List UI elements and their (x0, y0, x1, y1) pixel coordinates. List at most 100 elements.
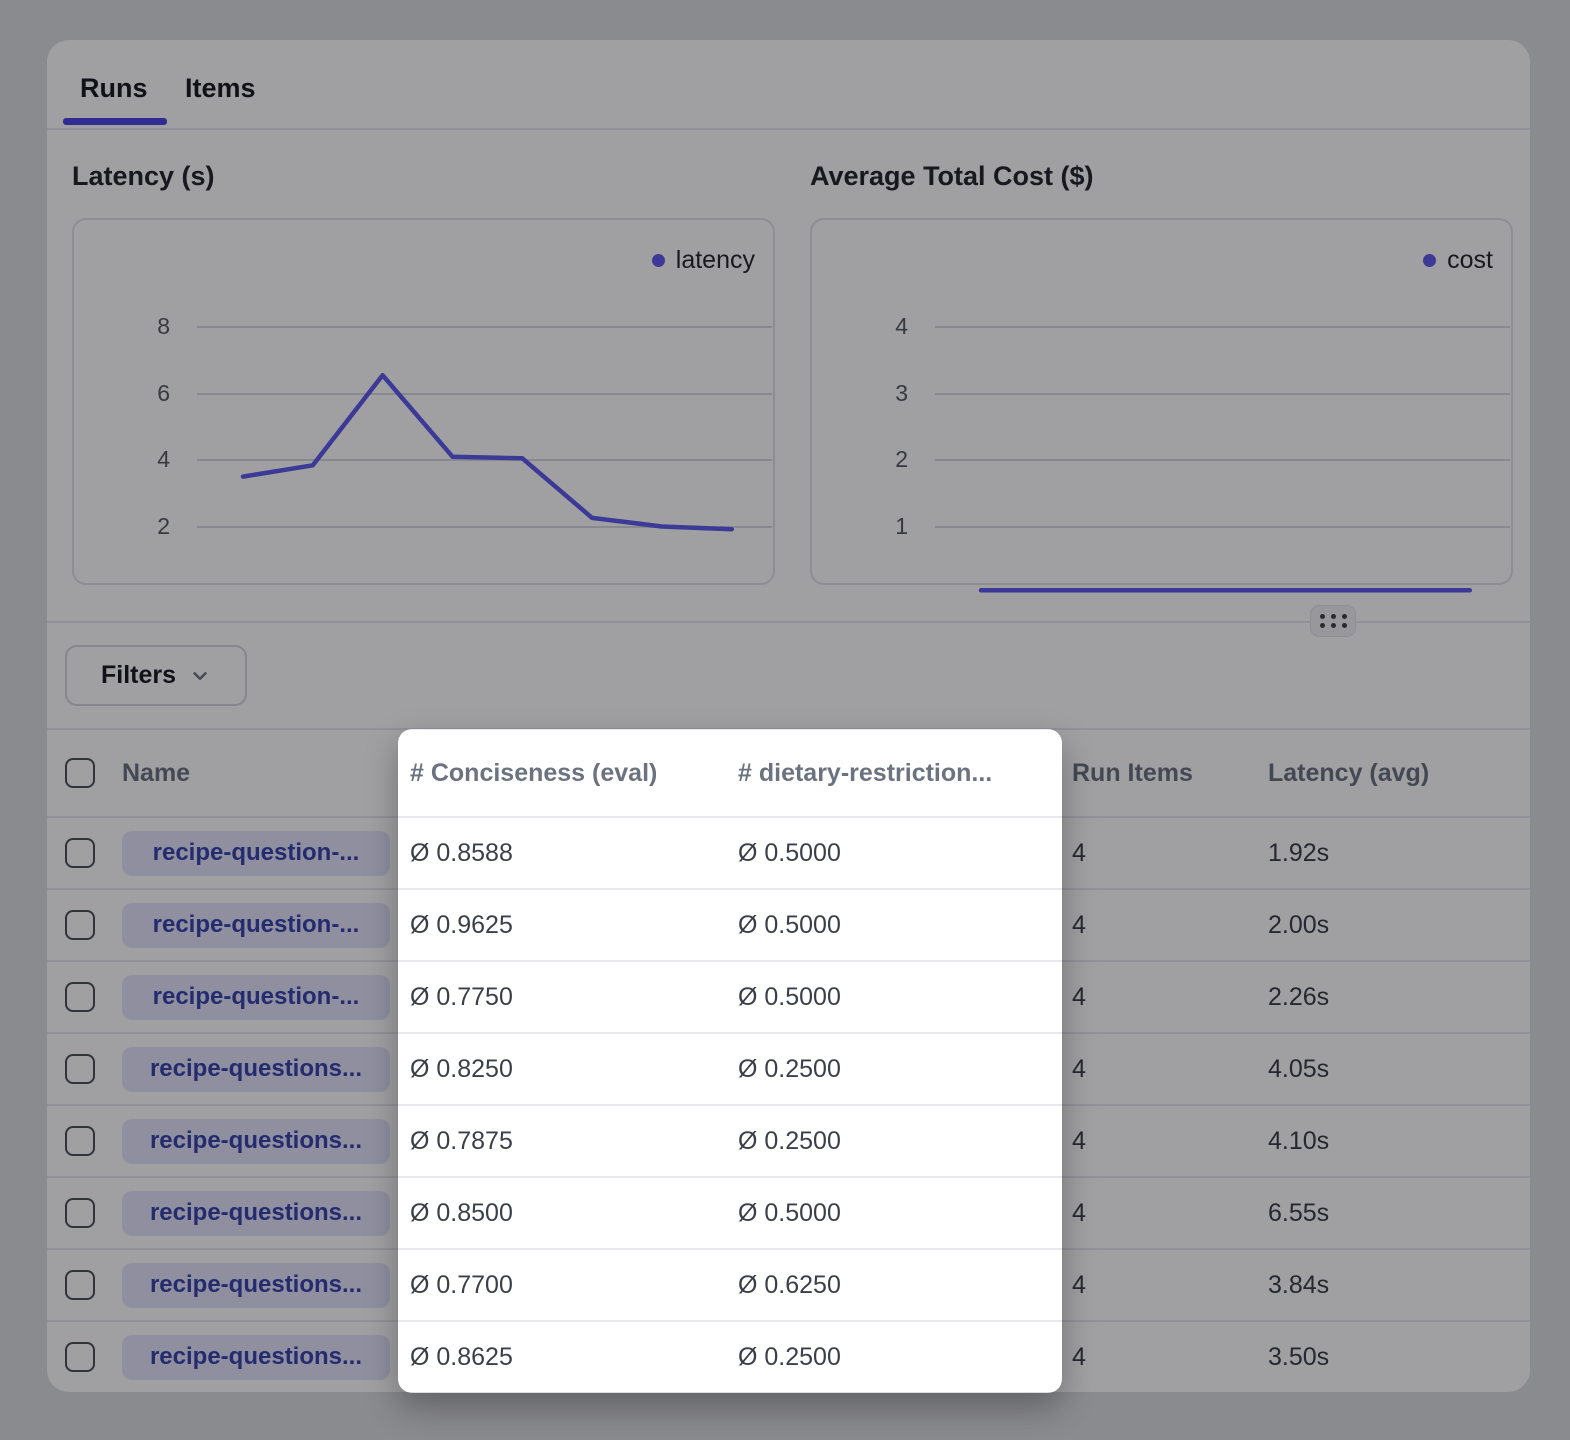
run-name-badge[interactable]: recipe-question-... (122, 831, 390, 876)
latency-chart-title: Latency (s) (72, 161, 215, 192)
name-cell: recipe-question-... (122, 975, 410, 1020)
column-header-latency: Latency (avg) (1268, 759, 1530, 788)
table-row[interactable]: recipe-question-... Ø 0.7750Ø 0.500042.26… (47, 960, 1530, 1032)
table-header-row: Name# Conciseness (eval)# dietary-restri… (47, 728, 1530, 816)
column-header-dietary-restriction: # dietary-restriction... (738, 759, 1072, 788)
filters-label: Filters (101, 661, 176, 690)
run-items-cell: 4 (1072, 983, 1268, 1012)
row-checkbox-cell (47, 982, 122, 1012)
dietary-restriction-cell: Ø 0.5000 (738, 911, 1072, 940)
runs-panel: Runs Items Latency (s) Average Total Cos… (47, 40, 1530, 1392)
latency-cell: 3.84s (1268, 1271, 1530, 1300)
run-items-cell: 4 (1072, 839, 1268, 868)
name-cell: recipe-questions... (122, 1191, 410, 1236)
name-cell: recipe-questions... (122, 1335, 410, 1380)
tab-items[interactable]: Items (185, 73, 256, 104)
table-row[interactable]: recipe-questions... Ø 0.8625Ø 0.250043.50… (47, 1320, 1530, 1392)
run-name-badge[interactable]: recipe-questions... (122, 1119, 390, 1164)
run-items-cell: 4 (1072, 1199, 1268, 1228)
dietary-restriction-cell: Ø 0.5000 (738, 983, 1072, 1012)
latency-line-series (74, 220, 777, 587)
column-header-conciseness: # Conciseness (eval) (410, 759, 738, 788)
run-items-cell: 4 (1072, 1127, 1268, 1156)
run-name-badge[interactable]: recipe-question-... (122, 975, 390, 1020)
run-name-badge[interactable]: recipe-questions... (122, 1191, 390, 1236)
conciseness-cell: Ø 0.9625 (410, 911, 738, 940)
dietary-restriction-cell: Ø 0.5000 (738, 1199, 1072, 1228)
latency-cell: 4.10s (1268, 1127, 1530, 1156)
conciseness-cell: Ø 0.8625 (410, 1343, 738, 1372)
column-header-name: Name (122, 759, 410, 788)
name-cell: recipe-questions... (122, 1263, 410, 1308)
conciseness-cell: Ø 0.8500 (410, 1199, 738, 1228)
run-name-badge[interactable]: recipe-questions... (122, 1263, 390, 1308)
conciseness-cell: Ø 0.8250 (410, 1055, 738, 1084)
dietary-restriction-cell: Ø 0.6250 (738, 1271, 1072, 1300)
dietary-restriction-cell: Ø 0.2500 (738, 1055, 1072, 1084)
column-header-run-items: Run Items (1072, 759, 1268, 788)
row-checkbox-cell (47, 1126, 122, 1156)
latency-cell: 4.05s (1268, 1055, 1530, 1084)
table-row[interactable]: recipe-questions... Ø 0.7700Ø 0.625043.84… (47, 1248, 1530, 1320)
page: { "tabs": { "runs": "Runs", "items": "It… (0, 0, 1570, 1440)
row-checkbox[interactable] (65, 1270, 95, 1300)
name-cell: recipe-question-... (122, 831, 410, 876)
row-checkbox-cell (47, 910, 122, 940)
active-tab-underline (63, 118, 167, 125)
run-items-cell: 4 (1072, 1343, 1268, 1372)
row-checkbox[interactable] (65, 1342, 95, 1372)
table-row[interactable]: recipe-questions... Ø 0.7875Ø 0.250044.10… (47, 1104, 1530, 1176)
table-row[interactable]: recipe-questions... Ø 0.8250Ø 0.250044.05… (47, 1032, 1530, 1104)
row-checkbox[interactable] (65, 1198, 95, 1228)
latency-cell: 2.26s (1268, 983, 1530, 1012)
latency-cell: 1.92s (1268, 839, 1530, 868)
drag-dots-icon (1320, 614, 1347, 628)
conciseness-cell: Ø 0.7750 (410, 983, 738, 1012)
latency-chart: latency 8642 (72, 218, 775, 585)
latency-cell: 2.00s (1268, 911, 1530, 940)
tab-bar: Runs Items (47, 40, 1530, 128)
row-checkbox[interactable] (65, 838, 95, 868)
run-name-badge[interactable]: recipe-question-... (122, 903, 390, 948)
cost-chart: cost 4321 (810, 218, 1513, 585)
latency-cell: 6.55s (1268, 1199, 1530, 1228)
conciseness-cell: Ø 0.8588 (410, 839, 738, 868)
row-checkbox-cell (47, 1054, 122, 1084)
divider (47, 128, 1530, 130)
row-checkbox-cell (47, 1198, 122, 1228)
divider (47, 621, 1530, 623)
chevron-down-icon (189, 665, 211, 687)
dietary-restriction-cell: Ø 0.2500 (738, 1343, 1072, 1372)
row-checkbox[interactable] (65, 982, 95, 1012)
run-items-cell: 4 (1072, 1271, 1268, 1300)
run-name-badge[interactable]: recipe-questions... (122, 1047, 390, 1092)
row-checkbox[interactable] (65, 1126, 95, 1156)
name-cell: recipe-questions... (122, 1047, 410, 1092)
latency-cell: 3.50s (1268, 1343, 1530, 1372)
row-checkbox-cell (47, 1342, 122, 1372)
run-items-cell: 4 (1072, 1055, 1268, 1084)
table-row[interactable]: recipe-question-... Ø 0.8588Ø 0.500041.92… (47, 816, 1530, 888)
run-items-cell: 4 (1072, 911, 1268, 940)
conciseness-cell: Ø 0.7700 (410, 1271, 738, 1300)
row-checkbox-cell (47, 1270, 122, 1300)
resize-drag-handle[interactable] (1310, 605, 1356, 637)
run-name-badge[interactable]: recipe-questions... (122, 1335, 390, 1380)
row-checkbox[interactable] (65, 910, 95, 940)
cost-line-series (812, 220, 1515, 587)
name-cell: recipe-question-... (122, 903, 410, 948)
row-checkbox-cell (47, 838, 122, 868)
cost-chart-title: Average Total Cost ($) (810, 161, 1094, 192)
filters-button[interactable]: Filters (65, 645, 247, 706)
name-cell: recipe-questions... (122, 1119, 410, 1164)
select-all-checkbox-cell (47, 758, 122, 788)
table-row[interactable]: recipe-questions... Ø 0.8500Ø 0.500046.55… (47, 1176, 1530, 1248)
table-row[interactable]: recipe-question-... Ø 0.9625Ø 0.500042.00… (47, 888, 1530, 960)
tab-runs[interactable]: Runs (80, 73, 148, 104)
runs-table: Name# Conciseness (eval)# dietary-restri… (47, 728, 1530, 1392)
row-checkbox[interactable] (65, 1054, 95, 1084)
dietary-restriction-cell: Ø 0.5000 (738, 839, 1072, 868)
conciseness-cell: Ø 0.7875 (410, 1127, 738, 1156)
dietary-restriction-cell: Ø 0.2500 (738, 1127, 1072, 1156)
select-all-checkbox[interactable] (65, 758, 95, 788)
